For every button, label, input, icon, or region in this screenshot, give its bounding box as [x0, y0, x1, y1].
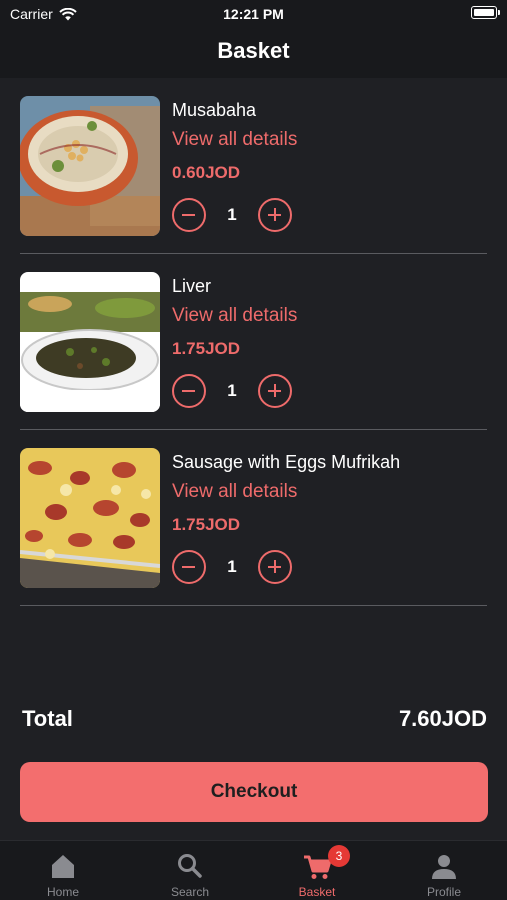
- quantity-value: 1: [227, 381, 237, 400]
- quantity-stepper: 1: [172, 198, 296, 232]
- liver-image: [20, 272, 160, 412]
- item-price: 0.60JOD: [172, 163, 241, 182]
- tab-profile-label: Profile: [426, 885, 461, 899]
- status-bar: Carrier 12:21 PM: [0, 0, 507, 28]
- item-price: 1.75JOD: [172, 339, 241, 358]
- increase-quantity-button[interactable]: [258, 550, 292, 584]
- view-details-link[interactable]: View all details: [172, 129, 297, 151]
- tab-home-label: Home: [46, 885, 79, 899]
- person-icon: [432, 855, 456, 879]
- tab-basket-label: Basket: [298, 885, 336, 899]
- view-details-link[interactable]: View all details: [172, 305, 297, 327]
- item-name: Musabaha: [172, 100, 257, 120]
- page-title: Basket: [0, 28, 507, 78]
- mufrikah-image: [20, 448, 160, 588]
- tab-home[interactable]: Home: [0, 841, 126, 900]
- total-label: Total: [22, 706, 73, 731]
- tab-profile[interactable]: Profile: [381, 841, 507, 900]
- view-details-link[interactable]: View all details: [172, 481, 297, 503]
- increase-quantity-button[interactable]: [258, 198, 292, 232]
- item-price: 1.75JOD: [172, 515, 241, 534]
- decrease-quantity-button[interactable]: [172, 374, 206, 408]
- basket-item: Liver View all details 1.75JOD 1: [20, 254, 487, 430]
- status-time: 12:21 PM: [223, 6, 284, 22]
- basket-list: Musabaha View all details 0.60JOD 1 Live…: [20, 78, 487, 606]
- quantity-value: 1: [227, 205, 237, 224]
- quantity-stepper: 1: [172, 374, 296, 408]
- musabaha-image: [20, 96, 160, 236]
- checkout-button[interactable]: Checkout: [20, 762, 488, 822]
- tab-bar: Home Search 3 Basket Profile: [0, 840, 507, 900]
- item-name: Sausage with Eggs Mufrikah: [172, 452, 401, 472]
- tab-basket[interactable]: 3 Basket: [254, 841, 380, 900]
- basket-item: Sausage with Eggs Mufrikah View all deta…: [20, 430, 487, 606]
- increase-quantity-button[interactable]: [258, 374, 292, 408]
- quantity-stepper: 1: [172, 550, 296, 584]
- tab-search-label: Search: [170, 885, 210, 899]
- basket-item: Musabaha View all details 0.60JOD 1: [20, 78, 487, 254]
- decrease-quantity-button[interactable]: [172, 198, 206, 232]
- home-icon: [52, 855, 74, 878]
- battery-icon: [471, 6, 500, 19]
- search-icon: [178, 854, 202, 878]
- total-value: 7.60JOD: [398, 706, 487, 731]
- item-name: Liver: [172, 276, 212, 296]
- cart-badge: 3: [328, 845, 350, 867]
- basket-screen: Carrier 12:21 PM Basket Musabaha View al…: [0, 0, 507, 900]
- decrease-quantity-button[interactable]: [172, 550, 206, 584]
- quantity-value: 1: [227, 557, 237, 576]
- tab-search[interactable]: Search: [127, 841, 253, 900]
